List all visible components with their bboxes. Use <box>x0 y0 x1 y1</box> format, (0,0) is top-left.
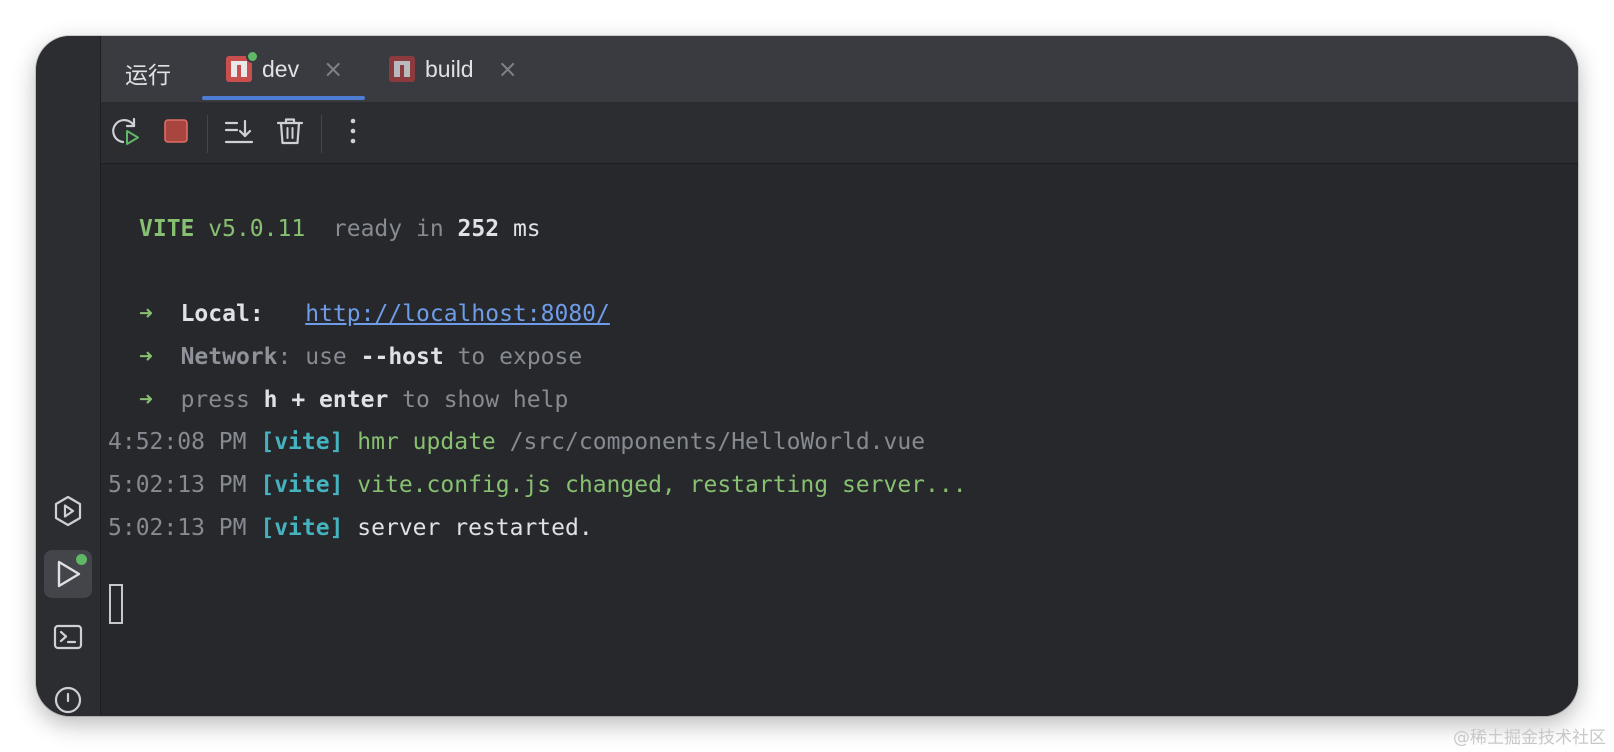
clear-button[interactable] <box>273 116 307 150</box>
run-tool-window: 运行 dev × build × VITE v5.0.11 ready in 2… <box>36 36 1578 716</box>
scroll-to-end-button[interactable] <box>222 116 256 150</box>
npm-icon <box>226 50 259 82</box>
local-colon: : <box>249 301 264 327</box>
help-line: ➜ press h + enter to show help <box>139 385 568 415</box>
npm-icon <box>389 56 415 82</box>
local-url-link[interactable]: http://localhost:8080/ <box>305 301 610 327</box>
network-flag: --host <box>360 344 444 370</box>
close-icon[interactable]: × <box>498 57 518 81</box>
watermark: @稀土掘金技术社区 <box>1453 728 1606 748</box>
running-indicator <box>74 552 89 567</box>
rerun-icon <box>109 115 141 151</box>
log-tag: [vite] <box>260 429 344 455</box>
arrow-icon: ➜ <box>139 301 153 327</box>
help-key: h + enter <box>263 387 389 413</box>
log-tag: [vite] <box>260 472 344 498</box>
scroll-to-end-icon <box>222 115 256 151</box>
network-label: Network <box>180 344 278 370</box>
local-label: Local <box>180 301 250 327</box>
log-detail: /src/components/HelloWorld.vue <box>509 429 926 455</box>
vite-name: VITE <box>139 216 195 242</box>
run-tab-bar: 运行 dev × build × <box>101 36 1578 102</box>
rerun-button[interactable] <box>108 116 142 150</box>
network-rest: to expose <box>457 344 583 370</box>
vite-banner: VITE v5.0.11 ready in 252 ms <box>139 214 541 244</box>
network-use: use <box>305 344 347 370</box>
log-line: 5:02:13 PM [vite] server restarted. <box>108 513 593 543</box>
arrow-icon: ➜ <box>139 344 153 370</box>
problems-button[interactable] <box>44 676 92 716</box>
toolbar-separator <box>207 115 208 153</box>
terminal-icon <box>51 620 85 654</box>
stop-icon <box>162 117 190 149</box>
run-toolbar <box>101 102 1578 164</box>
toolbar-separator <box>321 115 322 153</box>
log-message: server restarted. <box>357 515 593 541</box>
panel-title: 运行 <box>125 63 171 89</box>
input-cursor[interactable] <box>109 584 123 624</box>
run-icon <box>51 552 89 591</box>
log-time: 5:02:13 PM <box>108 515 247 541</box>
tab-label: build <box>425 55 474 82</box>
log-message: vite.config.js changed, restarting serve… <box>357 472 967 498</box>
network-colon: : <box>277 344 292 370</box>
tab-label: dev <box>262 55 300 82</box>
log-time: 4:52:08 PM <box>108 429 247 455</box>
ready-text: ready in <box>332 216 444 242</box>
active-tab-indicator <box>202 96 365 100</box>
arrow-icon: ➜ <box>139 387 153 413</box>
log-time: 5:02:13 PM <box>108 472 247 498</box>
help-rest: to show help <box>402 387 569 413</box>
services-icon <box>51 494 85 528</box>
log-line: 4:52:08 PM [vite] hmr update /src/compon… <box>108 427 925 457</box>
running-indicator <box>246 50 259 63</box>
ready-unit: ms <box>512 216 541 242</box>
log-line: 5:02:13 PM [vite] vite.config.js changed… <box>108 470 967 500</box>
more-button[interactable] <box>336 116 370 150</box>
log-message: hmr update <box>357 429 496 455</box>
tab-dev[interactable]: dev × <box>226 36 343 102</box>
local-line: ➜ Local: http://localhost:8080/ <box>139 299 610 329</box>
help-press: press <box>180 387 250 413</box>
ready-value: 252 <box>457 216 500 242</box>
tab-build[interactable]: build × <box>389 36 518 102</box>
terminal-button[interactable] <box>44 613 92 661</box>
network-line: ➜ Network: use --host to expose <box>139 342 582 372</box>
console-output[interactable]: VITE v5.0.11 ready in 252 ms ➜ Local: ht… <box>101 164 1578 716</box>
problems-icon <box>51 683 85 716</box>
tool-window-strip <box>36 36 101 716</box>
trash-icon <box>275 115 305 151</box>
run-button[interactable] <box>44 550 92 598</box>
more-vertical-icon <box>348 115 358 151</box>
services-button[interactable] <box>44 487 92 535</box>
log-tag: [vite] <box>260 515 344 541</box>
stop-button[interactable] <box>159 116 193 150</box>
vite-version: v5.0.11 <box>208 216 306 242</box>
close-icon[interactable]: × <box>323 57 343 81</box>
